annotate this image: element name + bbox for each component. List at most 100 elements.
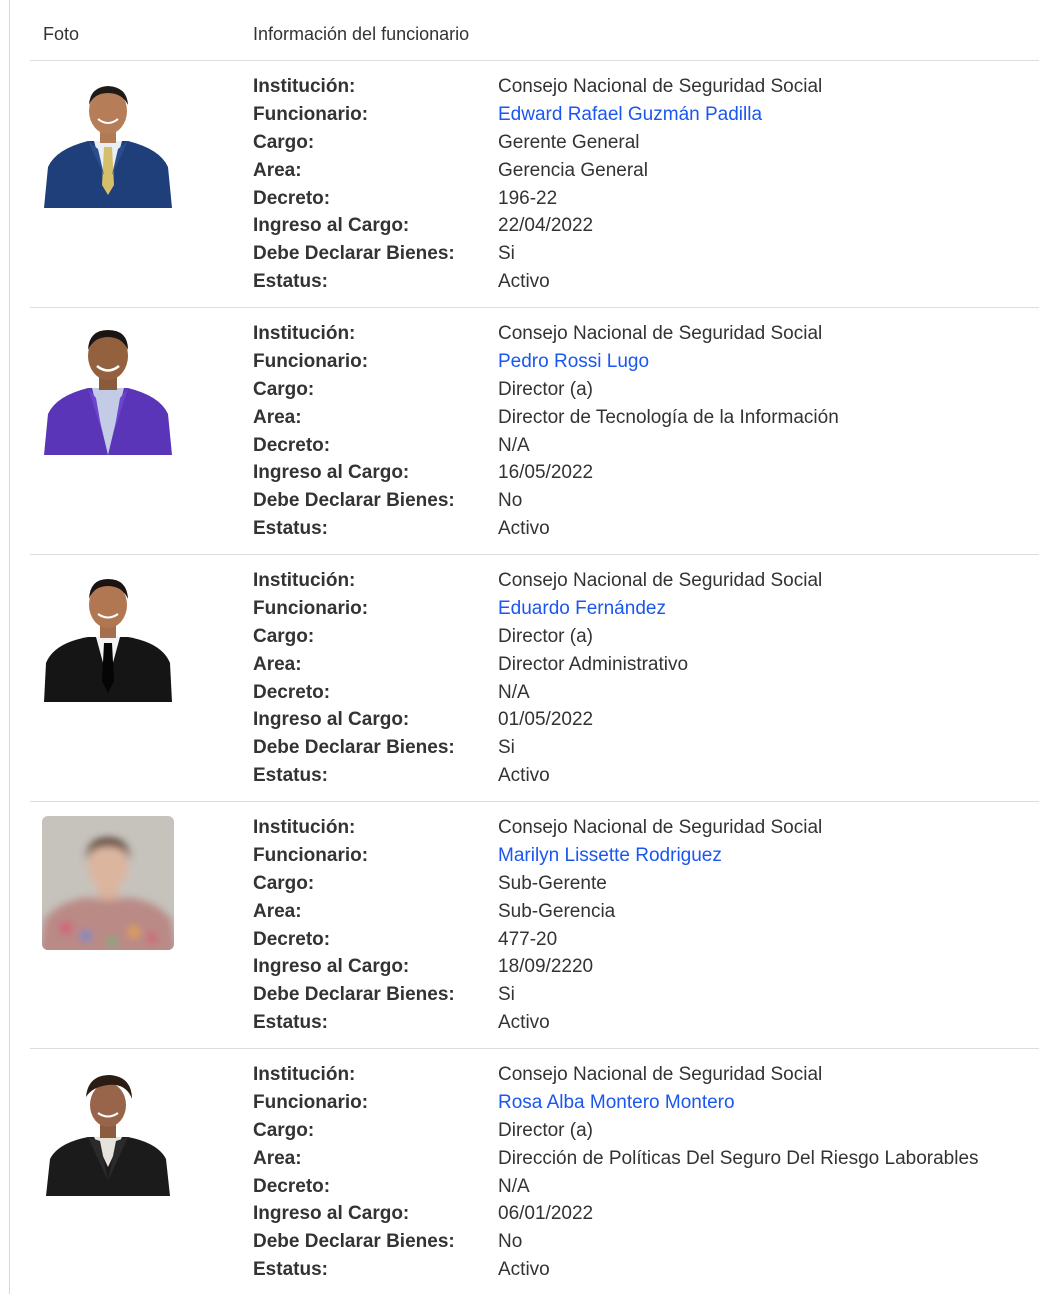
label-ingreso: Ingreso al Cargo: [253, 956, 410, 978]
value-area: Gerencia General [498, 159, 648, 181]
table-row: Institución: Consejo Nacional de Segurid… [30, 555, 1039, 802]
label-institucion: Institución: [253, 1064, 356, 1085]
label-funcionario: Funcionario: [253, 350, 369, 372]
label-institucion: Institución: [253, 570, 356, 591]
field-ingreso: Ingreso al Cargo: 18/09/2220 [253, 955, 1033, 983]
field-decreto: Decreto: N/A [253, 434, 1033, 462]
value-area: Sub-Gerencia [498, 900, 616, 922]
label-decreto: Decreto: [253, 928, 331, 950]
man-black-suit-photo [42, 569, 174, 703]
value-cargo: Sub-Gerente [498, 872, 607, 894]
label-declarar: Debe Declarar Bienes: [253, 490, 455, 512]
value-institucion: Consejo Nacional de Seguridad Social [498, 817, 823, 838]
label-declarar: Debe Declarar Bienes: [253, 984, 455, 1006]
value-estatus: Activo [498, 518, 550, 540]
field-estatus: Estatus: Activo [253, 1258, 1033, 1286]
field-cargo: Cargo: Gerente General [253, 131, 1033, 159]
official-name-link[interactable]: Pedro Rossi Lugo [498, 350, 649, 374]
value-cargo: Director (a) [498, 378, 594, 400]
label-estatus: Estatus: [253, 765, 328, 787]
value-institucion: Consejo Nacional de Seguridad Social [498, 76, 823, 97]
label-area: Area: [253, 406, 302, 428]
value-estatus: Activo [498, 1259, 550, 1281]
official-name-link[interactable]: Marilyn Lissette Rodriguez [498, 844, 722, 868]
field-ingreso: Ingreso al Cargo: 16/05/2022 [253, 461, 1033, 489]
woman-blurred-photo [42, 816, 174, 950]
field-decreto: Decreto: N/A [253, 1175, 1033, 1203]
value-estatus: Activo [498, 271, 550, 293]
table-row: Institución: Consejo Nacional de Segurid… [30, 61, 1039, 308]
field-funcionario: Funcionario: Edward Rafael Guzmán Padill… [253, 103, 1033, 131]
field-area: Area: Director Administrativo [253, 653, 1033, 681]
value-estatus: Activo [498, 1012, 550, 1034]
left-border [9, 0, 10, 1294]
label-estatus: Estatus: [253, 1259, 328, 1281]
label-declarar: Debe Declarar Bienes: [253, 737, 455, 759]
field-cargo: Cargo: Sub-Gerente [253, 872, 1033, 900]
value-cargo: Director (a) [498, 625, 594, 647]
label-decreto: Decreto: [253, 1175, 331, 1197]
field-declarar: Debe Declarar Bienes: Si [253, 736, 1033, 764]
label-estatus: Estatus: [253, 518, 328, 540]
field-institucion: Institución: Consejo Nacional de Segurid… [253, 75, 1033, 103]
value-ingreso: 16/05/2022 [498, 462, 594, 484]
field-funcionario: Funcionario: Marilyn Lissette Rodriguez [253, 844, 1033, 872]
field-declarar: Debe Declarar Bienes: Si [253, 983, 1033, 1011]
label-funcionario: Funcionario: [253, 597, 369, 619]
official-photo [42, 816, 174, 950]
field-declarar: Debe Declarar Bienes: No [253, 489, 1033, 517]
official-photo [42, 75, 174, 209]
label-cargo: Cargo: [253, 378, 315, 400]
label-decreto: Decreto: [253, 434, 331, 456]
header-foto: Foto [43, 24, 80, 44]
label-declarar: Debe Declarar Bienes: [253, 1231, 455, 1253]
field-decreto: Decreto: 477-20 [253, 928, 1033, 956]
official-name-link[interactable]: Eduardo Fernández [498, 597, 666, 621]
value-ingreso: 18/09/2220 [498, 956, 594, 978]
value-ingreso: 22/04/2022 [498, 215, 594, 237]
field-ingreso: Ingreso al Cargo: 01/05/2022 [253, 708, 1033, 736]
label-decreto: Decreto: [253, 187, 331, 209]
official-photo [42, 569, 174, 703]
field-estatus: Estatus: Activo [253, 1011, 1033, 1039]
field-declarar: Debe Declarar Bienes: No [253, 1230, 1033, 1258]
field-decreto: Decreto: N/A [253, 681, 1033, 709]
field-area: Area: Gerencia General [253, 159, 1033, 187]
official-name-link[interactable]: Edward Rafael Guzmán Padilla [498, 103, 762, 127]
value-declarar: Si [498, 737, 515, 759]
label-area: Area: [253, 653, 302, 675]
man-blue-suit-photo [42, 75, 174, 209]
official-name-link[interactable]: Rosa Alba Montero Montero [498, 1091, 735, 1115]
value-ingreso: 06/01/2022 [498, 1203, 594, 1225]
field-ingreso: Ingreso al Cargo: 06/01/2022 [253, 1202, 1033, 1230]
official-info: Institución: Consejo Nacional de Segurid… [253, 322, 1033, 545]
table-row: Institución: Consejo Nacional de Segurid… [30, 1049, 1039, 1296]
label-ingreso: Ingreso al Cargo: [253, 462, 410, 484]
field-area: Area: Director de Tecnología de la Infor… [253, 406, 1033, 434]
field-cargo: Cargo: Director (a) [253, 625, 1033, 653]
value-declarar: No [498, 1231, 523, 1253]
field-institucion: Institución: Consejo Nacional de Segurid… [253, 569, 1033, 597]
value-decreto: 196-22 [498, 187, 558, 209]
label-ingreso: Ingreso al Cargo: [253, 215, 410, 237]
label-funcionario: Funcionario: [253, 844, 369, 866]
value-area: Director Administrativo [498, 653, 689, 675]
value-institucion: Consejo Nacional de Seguridad Social [498, 570, 823, 591]
label-area: Area: [253, 159, 302, 181]
header-info: Información del funcionario [253, 24, 470, 44]
table-row: Institución: Consejo Nacional de Segurid… [30, 308, 1039, 555]
official-info: Institución: Consejo Nacional de Segurid… [253, 569, 1033, 792]
field-institucion: Institución: Consejo Nacional de Segurid… [253, 816, 1033, 844]
value-decreto: 477-20 [498, 928, 558, 950]
label-cargo: Cargo: [253, 625, 315, 647]
official-info: Institución: Consejo Nacional de Segurid… [253, 75, 1033, 298]
value-cargo: Gerente General [498, 131, 640, 153]
label-funcionario: Funcionario: [253, 1091, 369, 1113]
label-area: Area: [253, 1147, 302, 1169]
field-decreto: Decreto: 196-22 [253, 187, 1033, 215]
value-estatus: Activo [498, 765, 550, 787]
label-funcionario: Funcionario: [253, 103, 369, 125]
official-info: Institución: Consejo Nacional de Segurid… [253, 816, 1033, 1039]
value-declarar: Si [498, 984, 515, 1006]
value-institucion: Consejo Nacional de Seguridad Social [498, 323, 823, 344]
